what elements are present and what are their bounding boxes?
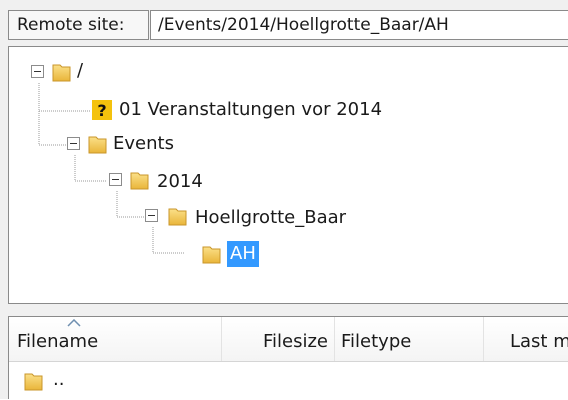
- tree-node-label: /: [77, 60, 84, 81]
- remote-site-path-input[interactable]: /Events/2014/Hoellgrotte_Baar/AH: [150, 10, 568, 40]
- folder-icon: [24, 373, 43, 391]
- splitter[interactable]: [0, 304, 568, 316]
- tree-node-label: 2014: [157, 171, 203, 192]
- remote-directory-tree[interactable]: / ? 01 Veranstaltungen vor 2014 Events 2…: [8, 46, 568, 304]
- tree-node-label: Hoellgrotte_Baar: [195, 207, 347, 228]
- column-header-filesize[interactable]: Filesize: [222, 317, 334, 361]
- column-header-label: Filetype: [341, 331, 412, 352]
- tree-node-label-selected: AH: [227, 241, 259, 267]
- remote-site-bar: Remote site: /Events/2014/Hoellgrotte_Ba…: [0, 0, 568, 46]
- folder-icon: [168, 208, 187, 226]
- collapse-icon[interactable]: [109, 173, 125, 189]
- folder-icon: [130, 172, 149, 190]
- remote-site-panel: Remote site: /Events/2014/Hoellgrotte_Ba…: [0, 0, 568, 399]
- file-name: ..: [53, 369, 65, 390]
- remote-file-list[interactable]: Filename Filesize Filetype Last m ..: [8, 316, 568, 399]
- remote-site-label: Remote site:: [8, 10, 149, 40]
- tree-lines: [38, 83, 185, 254]
- collapse-icon[interactable]: [67, 137, 83, 153]
- svg-text:?: ?: [97, 101, 106, 120]
- tree-node-label: Events: [113, 133, 174, 154]
- folder-icon: [202, 246, 221, 264]
- tree-node-label: 01 Veranstaltungen vor 2014: [119, 99, 383, 120]
- sort-ascending-icon: [67, 319, 81, 327]
- collapse-icon[interactable]: [31, 65, 47, 81]
- folder-icon: [88, 136, 107, 154]
- file-list-header: Filename Filesize Filetype Last m: [9, 317, 568, 362]
- unknown-question-icon: ?: [92, 100, 112, 120]
- column-header-filename[interactable]: Filename: [9, 317, 221, 361]
- column-header-label: Last m: [510, 331, 568, 352]
- column-header-label: Filesize: [262, 331, 328, 352]
- column-header-label: Filename: [17, 331, 99, 352]
- collapse-icon[interactable]: [145, 209, 161, 225]
- folder-icon: [52, 64, 71, 82]
- column-header-filetype[interactable]: Filetype: [335, 317, 483, 361]
- column-header-last-modified[interactable]: Last m: [484, 317, 568, 361]
- file-list-row-parent[interactable]: ..: [9, 364, 568, 400]
